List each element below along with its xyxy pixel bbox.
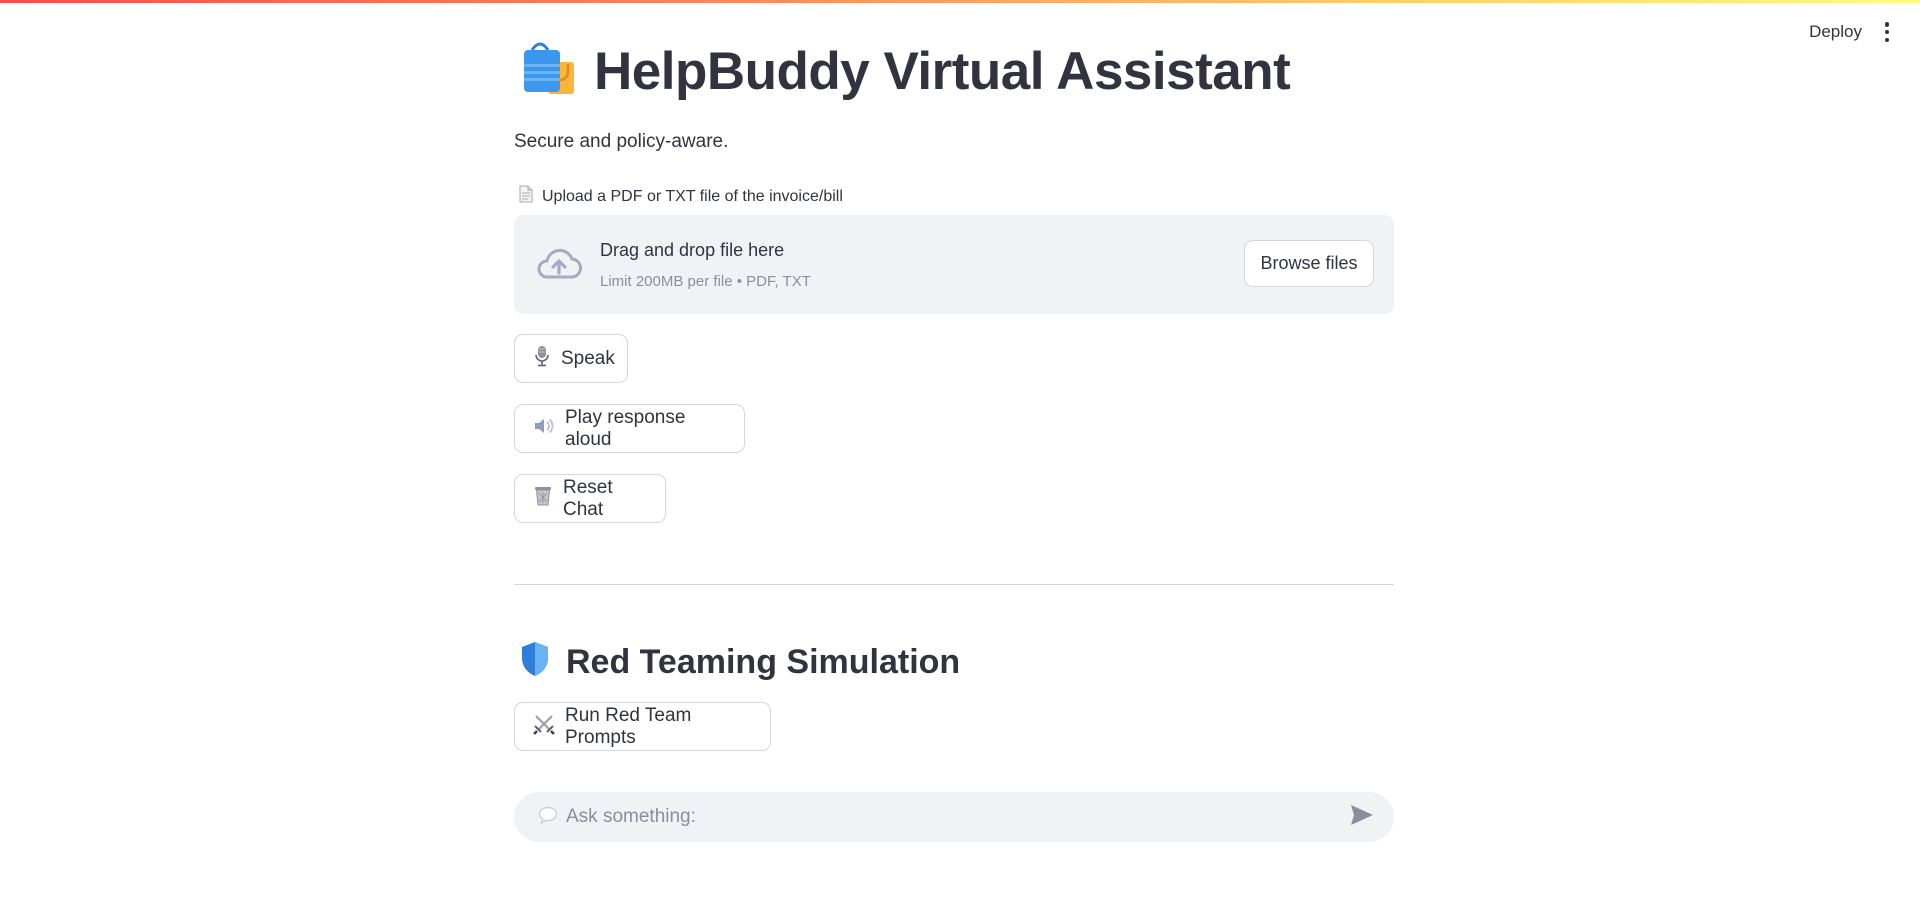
page-title: HelpBuddy Virtual Assistant (594, 42, 1291, 101)
crossed-swords-icon (533, 713, 555, 741)
cloud-upload-icon (534, 246, 584, 287)
dropzone-title: Drag and drop file here (600, 240, 785, 260)
red-team-button-label: Run Red Team Prompts (565, 704, 692, 748)
kebab-menu-icon[interactable] (1884, 22, 1890, 42)
deploy-button[interactable]: Deploy (1809, 22, 1862, 42)
chat-input-placeholder: Ask something: (566, 806, 696, 827)
page-header: HelpBuddy Virtual Assistant (518, 40, 1291, 103)
speech-bubble-icon (538, 806, 558, 829)
play-response-button[interactable]: Play response aloud (514, 404, 745, 453)
speak-button-label: Speak (561, 347, 615, 369)
section-divider (514, 584, 1394, 585)
upload-label-text: Upload a PDF or TXT file of the invoice/… (542, 187, 843, 205)
send-icon[interactable] (1350, 804, 1374, 831)
page-subtitle: Secure and policy-aware. (514, 131, 729, 152)
red-team-title: Red Teaming Simulation (566, 642, 961, 681)
upload-label: Upload a PDF or TXT file of the invoice/… (518, 185, 843, 208)
top-decoration-bar (0, 0, 1920, 3)
run-red-team-button[interactable]: Run Red Team Prompts (514, 702, 771, 751)
speaker-icon (533, 416, 555, 442)
shopping-bags-icon (518, 40, 576, 103)
reset-chat-button[interactable]: Reset Chat (514, 474, 666, 523)
file-dropzone[interactable]: Drag and drop file here Limit 200MB per … (514, 215, 1394, 314)
app-header-actions: Deploy (1809, 22, 1890, 42)
wastebasket-icon (533, 485, 553, 513)
chat-input[interactable]: Ask something: (514, 792, 1394, 842)
reset-button-label: Reset Chat (563, 476, 613, 520)
red-team-header: Red Teaming Simulation (520, 641, 960, 682)
browse-files-button[interactable]: Browse files (1244, 240, 1374, 287)
dropzone-limit-text: Limit 200MB per file • PDF, TXT (600, 273, 811, 290)
speak-button[interactable]: Speak (514, 334, 628, 383)
play-button-label: Play response aloud (565, 406, 686, 450)
microphone-icon (533, 345, 551, 373)
shield-icon (520, 641, 550, 682)
document-icon (518, 185, 534, 208)
